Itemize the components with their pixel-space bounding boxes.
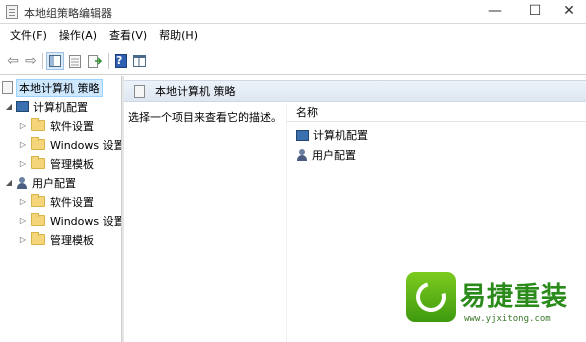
- tree-label-root: 本地计算机 策略: [16, 78, 103, 97]
- watermark-logo-icon: [406, 272, 456, 322]
- tree-item-root[interactable]: 本地计算机 策略: [0, 78, 103, 97]
- tree-item-admin-templates[interactable]: ▷ 管理模板: [18, 154, 94, 173]
- expanded-arrow-icon[interactable]: ◢: [4, 102, 14, 111]
- folder-icon: [31, 213, 45, 226]
- tree-label-user-admin-templates: 管理模板: [50, 233, 94, 247]
- menu-view[interactable]: 查看(V): [103, 25, 153, 47]
- list-item-computer-config[interactable]: 计算机配置: [294, 126, 368, 144]
- collapsed-arrow-icon[interactable]: ▷: [18, 235, 28, 244]
- maximize-button[interactable]: ☐: [518, 0, 552, 22]
- close-button[interactable]: ✕: [552, 0, 586, 22]
- column-divider: [286, 103, 287, 342]
- tree-label-windows-settings: Windows 设置: [50, 138, 121, 152]
- minimize-button[interactable]: —: [478, 0, 512, 22]
- tree-label-user-software-settings: 软件设置: [50, 195, 94, 209]
- tree-item-user-software-settings[interactable]: ▷ 软件设置: [18, 192, 94, 211]
- tree-label-user-config: 用户配置: [32, 176, 76, 190]
- policy-document-icon: [2, 81, 13, 94]
- tree-item-computer-config[interactable]: ◢ 计算机配置: [4, 97, 88, 116]
- collapsed-arrow-icon[interactable]: ▷: [18, 140, 28, 149]
- details-header-title: 本地计算机 策略: [155, 85, 236, 98]
- collapsed-arrow-icon[interactable]: ▷: [18, 159, 28, 168]
- tree-pane: 本地计算机 策略 ◢ 计算机配置 ▷ 软件设置 ▷ Windows 设置 ▷ 管…: [0, 76, 121, 342]
- help-glyph: ?: [116, 54, 123, 67]
- collapsed-arrow-icon[interactable]: ▷: [18, 216, 28, 225]
- menu-file[interactable]: 文件(F): [4, 25, 53, 47]
- watermark-brand: 易捷重装: [460, 282, 569, 312]
- policy-editor-icon: [6, 5, 18, 19]
- folder-icon: [31, 232, 45, 245]
- column-header-name[interactable]: 名称: [286, 102, 586, 122]
- computer-icon: [296, 129, 309, 141]
- tree-item-user-windows-settings[interactable]: ▷ Windows 设置: [18, 211, 121, 230]
- list-item-label: 用户配置: [312, 149, 356, 162]
- collapsed-arrow-icon[interactable]: ▷: [18, 121, 28, 130]
- tree-item-user-config[interactable]: ◢ 用户配置: [4, 173, 76, 192]
- column-header-label: 名称: [296, 105, 318, 119]
- user-icon: [16, 176, 28, 189]
- forward-arrow-icon[interactable]: ⇨: [22, 52, 40, 70]
- computer-icon: [16, 101, 29, 112]
- window-title: 本地组策略编辑器: [24, 7, 112, 20]
- export-list-icon[interactable]: [86, 52, 104, 70]
- folder-icon: [31, 118, 45, 131]
- description-text: 选择一个项目来查看它的描述。: [128, 111, 282, 124]
- show-hide-tree-icon[interactable]: [46, 52, 64, 70]
- menu-bar: 文件(F) 操作(A) 查看(V) 帮助(H): [0, 25, 586, 47]
- extended-view-icon[interactable]: [130, 52, 148, 70]
- policy-document-icon: [134, 84, 145, 98]
- user-icon: [296, 149, 308, 161]
- properties-icon[interactable]: [66, 52, 84, 70]
- toolbar: ⇦ ⇨ ?: [0, 47, 586, 75]
- list-item-label: 计算机配置: [313, 129, 368, 142]
- tree-label-admin-templates: 管理模板: [50, 157, 94, 171]
- title-bar: 本地组策略编辑器 — ☐ ✕: [0, 0, 586, 24]
- toolbar-separator: [42, 53, 43, 69]
- toolbar-separator: [108, 53, 109, 69]
- back-arrow-icon[interactable]: ⇦: [4, 52, 22, 70]
- list-item-user-config[interactable]: 用户配置: [294, 146, 356, 164]
- tree-label-computer-config: 计算机配置: [33, 100, 88, 114]
- menu-action[interactable]: 操作(A): [53, 25, 103, 47]
- tree-item-windows-settings[interactable]: ▷ Windows 设置: [18, 135, 121, 154]
- menu-help[interactable]: 帮助(H): [153, 25, 204, 47]
- watermark: 易捷重装 www.yjxitong.com: [400, 266, 586, 342]
- details-header: 本地计算机 策略: [124, 80, 586, 102]
- tree-item-user-admin-templates[interactable]: ▷ 管理模板: [18, 230, 94, 249]
- folder-icon: [31, 156, 45, 169]
- expanded-arrow-icon[interactable]: ◢: [4, 178, 14, 187]
- tree-label-software-settings: 软件设置: [50, 119, 94, 133]
- tree-label-user-windows-settings: Windows 设置: [50, 214, 121, 228]
- collapsed-arrow-icon[interactable]: ▷: [18, 197, 28, 206]
- tree-item-software-settings[interactable]: ▷ 软件设置: [18, 116, 94, 135]
- folder-icon: [31, 137, 45, 150]
- folder-icon: [31, 194, 45, 207]
- watermark-url: www.yjxitong.com: [464, 314, 551, 324]
